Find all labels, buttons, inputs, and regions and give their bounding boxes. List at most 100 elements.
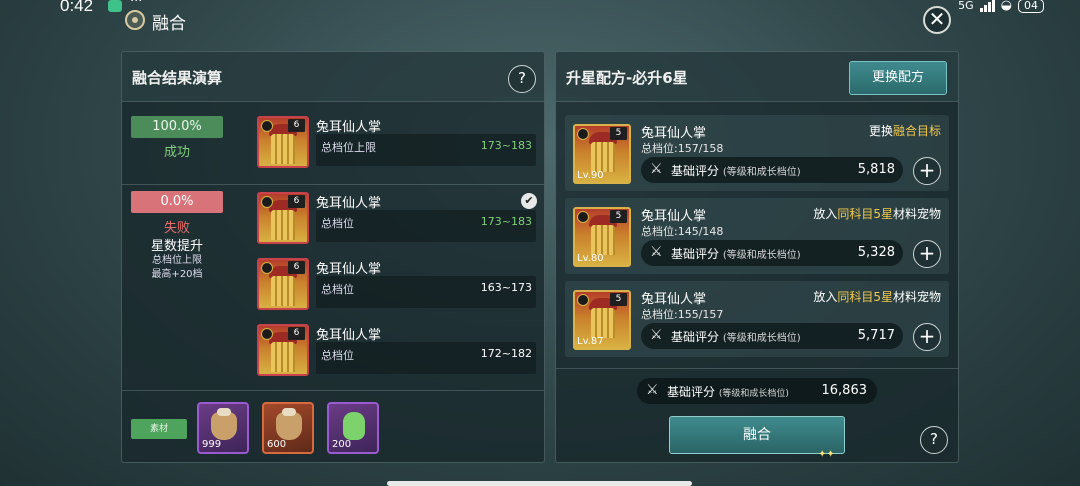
cost-item[interactable]: 999 — [197, 402, 249, 454]
pet-level: Lv.87 — [577, 336, 604, 347]
result-detail: 总档位 173~183 — [316, 210, 536, 242]
bag-icon — [211, 408, 237, 440]
result-detail: 总档位 163~173 — [316, 276, 536, 308]
pet-name: 兔耳仙人掌 — [641, 209, 707, 224]
help-button[interactable]: ? — [920, 426, 948, 454]
star-count: 5 — [610, 210, 627, 223]
result-range: 163~173 — [480, 281, 532, 294]
question-icon: ? — [930, 430, 938, 448]
swap-recipe-button[interactable]: 更换配方 — [849, 61, 947, 95]
cost-qty: 200 — [332, 439, 352, 450]
pet-thumbnail[interactable]: 6 — [257, 324, 309, 376]
place-material-link[interactable]: 放入同科目5星材料宠物 — [813, 288, 941, 305]
place-material-link[interactable]: 放入同科目5星材料宠物 — [813, 205, 941, 222]
pet-name: 兔耳仙人掌 — [316, 328, 382, 343]
cactus-icon — [591, 308, 615, 338]
cost-qty: 999 — [202, 439, 222, 450]
fusion-icon — [125, 10, 145, 30]
pet-name: 兔耳仙人掌 — [316, 196, 382, 211]
pet-level: Lv.90 — [577, 170, 604, 181]
pet-thumbnail[interactable]: 6 — [257, 116, 309, 168]
pet-thumbnail[interactable]: 5 Lv.80 — [573, 207, 631, 267]
fail-note-line1: 总档位上限 — [152, 255, 202, 266]
score-label: 基础评分 (等级和成长档位) — [671, 247, 801, 261]
pet-tier: 总档位:157/158 — [641, 142, 724, 155]
star-count: 6 — [288, 327, 305, 340]
total-score-label: 基础评分 (等级和成长档位) — [667, 385, 789, 399]
fail-note-line2: 最高+20档 — [151, 269, 203, 280]
result-range: 172~182 — [480, 347, 532, 360]
pet-tier: 总档位:145/148 — [641, 225, 724, 238]
network-label: 5G — [958, 0, 974, 12]
plus-icon: + — [918, 241, 936, 265]
score-label: 基础评分 (等级和成长档位) — [671, 330, 801, 344]
close-icon: ✕ — [928, 7, 946, 31]
pet-thumbnail[interactable]: 6 — [257, 192, 309, 244]
cactus-icon — [271, 276, 295, 306]
help-button[interactable]: ? — [508, 65, 536, 93]
material-row: 5 Lv.90 兔耳仙人掌 总档位:157/158 更换融合目标 ⚔ 基础评分 … — [565, 115, 949, 191]
element-badge-icon — [577, 211, 589, 223]
star-count: 5 — [610, 127, 627, 140]
material-row: 5 Lv.87 兔耳仙人掌 总档位:155/157 放入同科目5星材料宠物 ⚔ … — [565, 281, 949, 357]
cactus-icon — [271, 342, 295, 372]
pet-thumbnail[interactable]: 6 — [257, 258, 309, 310]
plus-icon: + — [918, 158, 936, 182]
close-button[interactable]: ✕ — [923, 6, 951, 34]
score-pill: ⚔ 基础评分 (等级和成长档位) 5,328 — [641, 240, 903, 266]
cactus-icon — [271, 210, 295, 240]
add-button[interactable]: + — [913, 240, 941, 268]
pet-name: 兔耳仙人掌 — [316, 120, 382, 135]
cactus-icon — [271, 134, 295, 164]
crossed-swords-icon: ⚔ — [650, 327, 663, 343]
status-indicators: 5G ◒ 04 — [958, 0, 1044, 13]
add-button[interactable]: + — [913, 157, 941, 185]
question-icon: ? — [518, 69, 526, 87]
pet-name: 兔耳仙人掌 — [641, 126, 707, 141]
element-badge-icon — [261, 196, 273, 208]
score-value: 5,717 — [857, 328, 895, 343]
result-label: 总档位 — [321, 283, 354, 296]
score-value: 5,328 — [857, 245, 895, 260]
pet-level: Lv.80 — [577, 253, 604, 264]
divider — [122, 390, 544, 391]
page-title: 融合 — [152, 14, 186, 34]
change-target-link[interactable]: 更换融合目标 — [869, 122, 941, 139]
divider — [556, 368, 958, 369]
element-badge-icon — [261, 120, 273, 132]
crossed-swords-icon: ⚔ — [650, 244, 663, 260]
right-panel-title: 升星配方-必升6星 — [566, 69, 688, 87]
star-count: 5 — [610, 293, 627, 306]
score-value: 5,818 — [857, 162, 895, 177]
divider — [122, 184, 544, 185]
add-button[interactable]: + — [913, 323, 941, 351]
crossed-swords-icon: ⚔ — [650, 161, 663, 177]
status-dots: ··· — [130, 0, 143, 9]
cost-item[interactable]: 200 — [327, 402, 379, 454]
pet-thumbnail[interactable]: 5 Lv.90 — [573, 124, 631, 184]
success-label: 成功 — [163, 145, 190, 160]
fail-percent: 0.0% — [131, 191, 223, 213]
total-score-value: 16,863 — [821, 383, 868, 398]
result-row: 6 兔耳仙人掌 总档位 163~173 — [257, 254, 537, 312]
cost-qty: 600 — [267, 439, 287, 450]
element-badge-icon — [261, 328, 273, 340]
star-count: 6 — [288, 119, 305, 132]
fail-label: 失败 — [163, 221, 190, 236]
crossed-swords-icon: ⚔ — [646, 382, 659, 398]
pet-thumbnail[interactable]: 5 Lv.87 — [573, 290, 631, 350]
result-label: 总档位 — [321, 217, 354, 230]
pet-name: 兔耳仙人掌 — [641, 292, 707, 307]
score-label: 基础评分 (等级和成长档位) — [671, 164, 801, 178]
cost-item[interactable]: 600 — [262, 402, 314, 454]
signal-icon — [979, 0, 995, 12]
result-range: 173~183 — [480, 139, 532, 152]
element-badge-icon — [577, 294, 589, 306]
score-pill: ⚔ 基础评分 (等级和成长档位) 5,717 — [641, 323, 903, 349]
check-icon: ✔ — [521, 193, 537, 209]
home-indicator[interactable] — [387, 481, 692, 486]
potion-icon — [343, 412, 365, 440]
star-upgrade-label: 星数提升 — [150, 239, 203, 254]
material-row: 5 Lv.80 兔耳仙人掌 总档位:145/148 放入同科目5星材料宠物 ⚔ … — [565, 198, 949, 274]
plus-icon: + — [918, 324, 936, 348]
